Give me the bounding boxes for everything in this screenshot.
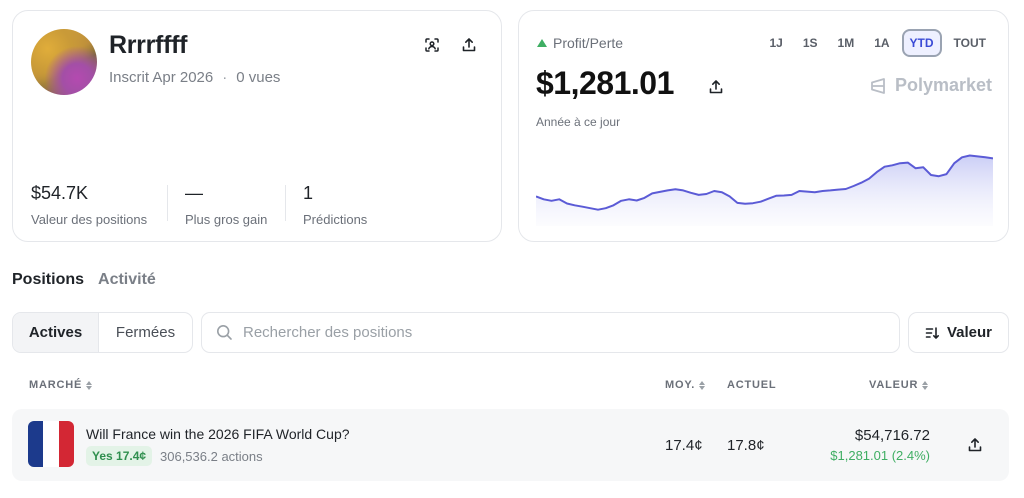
stat-label: Plus gros gain [185,212,268,227]
joined-date: Inscrit Apr 2026 [109,69,214,86]
sort-toggle-icon [699,380,706,390]
avatar[interactable] [31,29,97,95]
brand-name: Polymarket [894,75,992,95]
range-1s[interactable]: 1S [795,29,826,57]
pnl-label: Profit/Perte [537,35,623,51]
share-pnl-button[interactable] [704,75,728,99]
share-position-button[interactable] [963,433,987,457]
header-current: ACTUEL [727,379,776,391]
header-current-label: ACTUEL [727,379,777,391]
share-icon [462,38,476,52]
outcome-badge: Yes 17.4¢ [86,446,153,466]
share-icon [968,438,982,452]
tab-activite[interactable]: Activité [98,271,156,289]
header-value-label: VALEUR [869,379,919,391]
polymarket-icon [871,77,885,94]
flag-stripe-blue [28,421,44,467]
stat-value: $54.7K [31,183,89,203]
view-count: 0 vues [236,69,281,86]
avg-price: 17.4¢ [665,437,703,454]
market-title[interactable]: Will France win the 2026 FIFA World Cup? [86,426,350,442]
pnl-period: Année à ce jour [536,115,621,129]
sort-toggle-icon [86,380,93,390]
pnl-value: $1,281.01 [536,65,674,101]
header-market-label: MARCHÉ [29,379,83,391]
stat-value: 1 [303,183,314,203]
profile-card: Rrrrffff Inscrit Apr 2026 · 0 vues $54.7… [12,10,502,242]
flag-stripe-white [43,421,59,467]
sort-icon [925,326,939,339]
meta-separator: · [222,69,228,86]
username: Rrrrffff [109,31,188,59]
range-ytd[interactable]: YTD [901,29,942,57]
stat-predictions: 1 Prédictions [303,183,367,227]
positions-tabs: Positions Activité [12,271,156,289]
sort-button[interactable]: Valeur [908,312,1009,353]
position-pnl: $1,281.01 (2.4%) [830,448,930,463]
pnl-area [536,155,993,226]
position-value: $54,716.72 [854,427,930,444]
polymarket-logo: Polymarket [869,75,992,96]
search-icon [216,324,232,340]
up-arrow-icon [537,39,547,47]
filter-fermees[interactable]: Fermées [99,313,192,352]
pnl-label-text: Profit/Perte [553,35,624,51]
stat-divider [167,185,168,221]
tab-positions[interactable]: Positions [12,271,84,289]
range-1a[interactable]: 1A [866,29,897,57]
flag-stripe-red [58,421,74,467]
filter-actives[interactable]: Actives [13,313,99,352]
position-row[interactable]: Will France win the 2026 FIFA World Cup?… [12,409,1009,481]
status-filter: Actives Fermées [12,312,193,353]
search-input[interactable] [243,324,899,341]
share-count: 306,536.2 actions [160,449,263,464]
current-price: 17.8¢ [727,437,765,454]
time-range-selector: 1J 1S 1M 1A YTD TOUT [761,29,994,57]
scan-button[interactable] [420,33,444,57]
share-profile-button[interactable] [457,33,481,57]
sort-toggle-icon [922,380,929,390]
stat-value: — [185,183,203,203]
header-value[interactable]: VALEUR [869,379,929,391]
stat-divider [285,185,286,221]
header-avg-label: MOY. [665,379,696,391]
search-box [201,312,900,353]
pnl-card: Profit/Perte 1J 1S 1M 1A YTD TOUT $1,281… [518,10,1009,242]
header-market[interactable]: MARCHÉ [29,379,93,391]
stat-positions-value: $54.7K Valeur des positions [31,183,147,227]
stat-biggest-win: — Plus gros gain [185,183,267,227]
stat-label: Prédictions [303,212,368,227]
profile-meta: Inscrit Apr 2026 · 0 vues [109,69,280,86]
france-flag-icon [28,421,74,467]
pnl-chart [536,154,993,226]
range-1j[interactable]: 1J [761,29,790,57]
header-avg[interactable]: MOY. [665,379,706,391]
range-tout[interactable]: TOUT [946,29,994,57]
range-1m[interactable]: 1M [830,29,863,57]
sort-label: Valeur [946,324,993,341]
stat-label: Valeur des positions [31,212,148,227]
share-icon [709,80,723,94]
scan-icon [425,38,439,52]
